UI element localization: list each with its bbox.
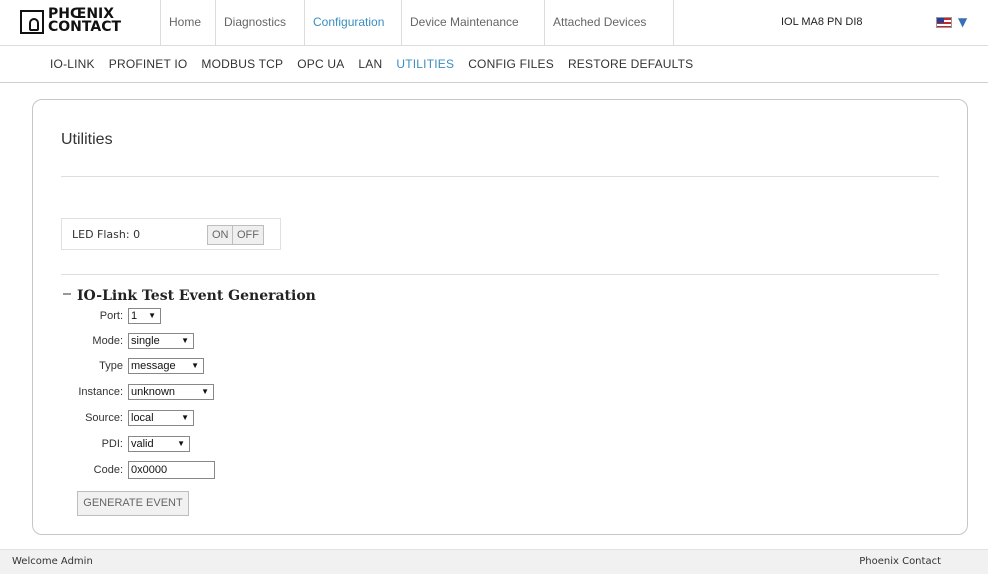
code-label: Code: (93, 464, 123, 476)
phoenix-contact-logo[interactable]: PHŒNIX CONTACT (20, 7, 150, 39)
subnav-profinet-io[interactable]: PROFINET IO (109, 46, 188, 82)
section-title[interactable]: IO-Link Test Event Generation (63, 288, 316, 304)
subnav-modbus-tcp[interactable]: MODBUS TCP (201, 46, 283, 82)
led-off-button[interactable]: OFF (232, 225, 264, 245)
code-row: Code: (63, 461, 123, 481)
mode-value: single (131, 335, 160, 347)
content-card: Utilities LED Flash: 0 ON OFF IO-Link Te… (32, 99, 968, 535)
page-title: Utilities (61, 131, 113, 148)
dropdown-arrow-icon: ▼ (181, 413, 189, 422)
port-row: Port: (63, 307, 123, 327)
subnav-lan[interactable]: LAN (358, 46, 382, 82)
mode-row: Mode: (63, 332, 123, 352)
us-flag-icon[interactable] (936, 17, 952, 28)
pdi-label: PDI: (101, 438, 123, 450)
footer-brand: Phoenix Contact (859, 556, 941, 567)
port-label: Port: (99, 310, 123, 322)
instance-row: Instance: (63, 383, 123, 403)
source-label: Source: (85, 412, 123, 424)
main-nav: Home Diagnostics Configuration Device Ma… (160, 0, 674, 45)
logo-line-2: CONTACT (48, 19, 122, 35)
pdi-select[interactable]: valid ▼ (128, 436, 190, 452)
generate-event-button[interactable]: GENERATE EVENT (77, 491, 189, 516)
footer: Welcome Admin Phoenix Contact (0, 549, 988, 574)
subnav-config-files[interactable]: CONFIG FILES (468, 46, 554, 82)
pdi-value: valid (131, 438, 154, 450)
led-flash-panel: LED Flash: 0 ON OFF (61, 218, 281, 250)
type-value: message (131, 360, 176, 372)
mode-select[interactable]: single ▼ (128, 333, 194, 349)
divider (61, 176, 939, 177)
divider (61, 274, 939, 275)
source-value: local (131, 412, 154, 424)
subnav-utilities[interactable]: UTILITIES (396, 46, 454, 82)
pdi-row: PDI: (63, 435, 123, 455)
port-select[interactable]: 1 ▼ (128, 308, 161, 324)
instance-label: Instance: (78, 386, 123, 398)
tab-device-maintenance[interactable]: Device Maintenance (401, 0, 544, 45)
led-on-button[interactable]: ON (207, 225, 234, 245)
tab-home[interactable]: Home (160, 0, 215, 45)
code-input[interactable]: 0x0000 (128, 461, 215, 479)
subnav-io-link[interactable]: IO-LINK (50, 46, 95, 82)
collapse-icon[interactable] (63, 293, 71, 295)
sub-nav: IO-LINK PROFINET IO MODBUS TCP OPC UA LA… (0, 46, 988, 83)
led-flash-label: LED Flash: 0 (72, 228, 141, 241)
instance-value: unknown (131, 386, 176, 398)
source-row: Source: (63, 409, 123, 429)
type-row: Type (63, 357, 123, 377)
tab-attached-devices[interactable]: Attached Devices (544, 0, 674, 45)
dropdown-arrow-icon: ▼ (191, 361, 199, 370)
welcome-text: Welcome Admin (12, 556, 93, 567)
chevron-down-icon[interactable]: ▼ (958, 15, 967, 29)
section-title-text: IO-Link Test Event Generation (77, 288, 316, 304)
device-name: IOL MA8 PN DI8 (781, 16, 863, 28)
dropdown-arrow-icon: ▼ (181, 336, 189, 345)
tab-configuration[interactable]: Configuration (304, 0, 401, 45)
type-label: Type (99, 360, 123, 372)
top-bar: PHŒNIX CONTACT Home Diagnostics Configur… (0, 0, 988, 46)
instance-select[interactable]: unknown ▼ (128, 384, 214, 400)
dropdown-arrow-icon: ▼ (201, 387, 209, 396)
subnav-opc-ua[interactable]: OPC UA (297, 46, 344, 82)
port-value: 1 (131, 310, 138, 322)
tab-diagnostics[interactable]: Diagnostics (215, 0, 304, 45)
type-select[interactable]: message ▼ (128, 358, 204, 374)
source-select[interactable]: local ▼ (128, 410, 194, 426)
logo-mark-icon (20, 10, 44, 34)
subnav-restore-defaults[interactable]: RESTORE DEFAULTS (568, 46, 693, 82)
dropdown-arrow-icon: ▼ (177, 439, 185, 448)
mode-label: Mode: (92, 335, 123, 347)
dropdown-arrow-icon: ▼ (148, 311, 156, 320)
